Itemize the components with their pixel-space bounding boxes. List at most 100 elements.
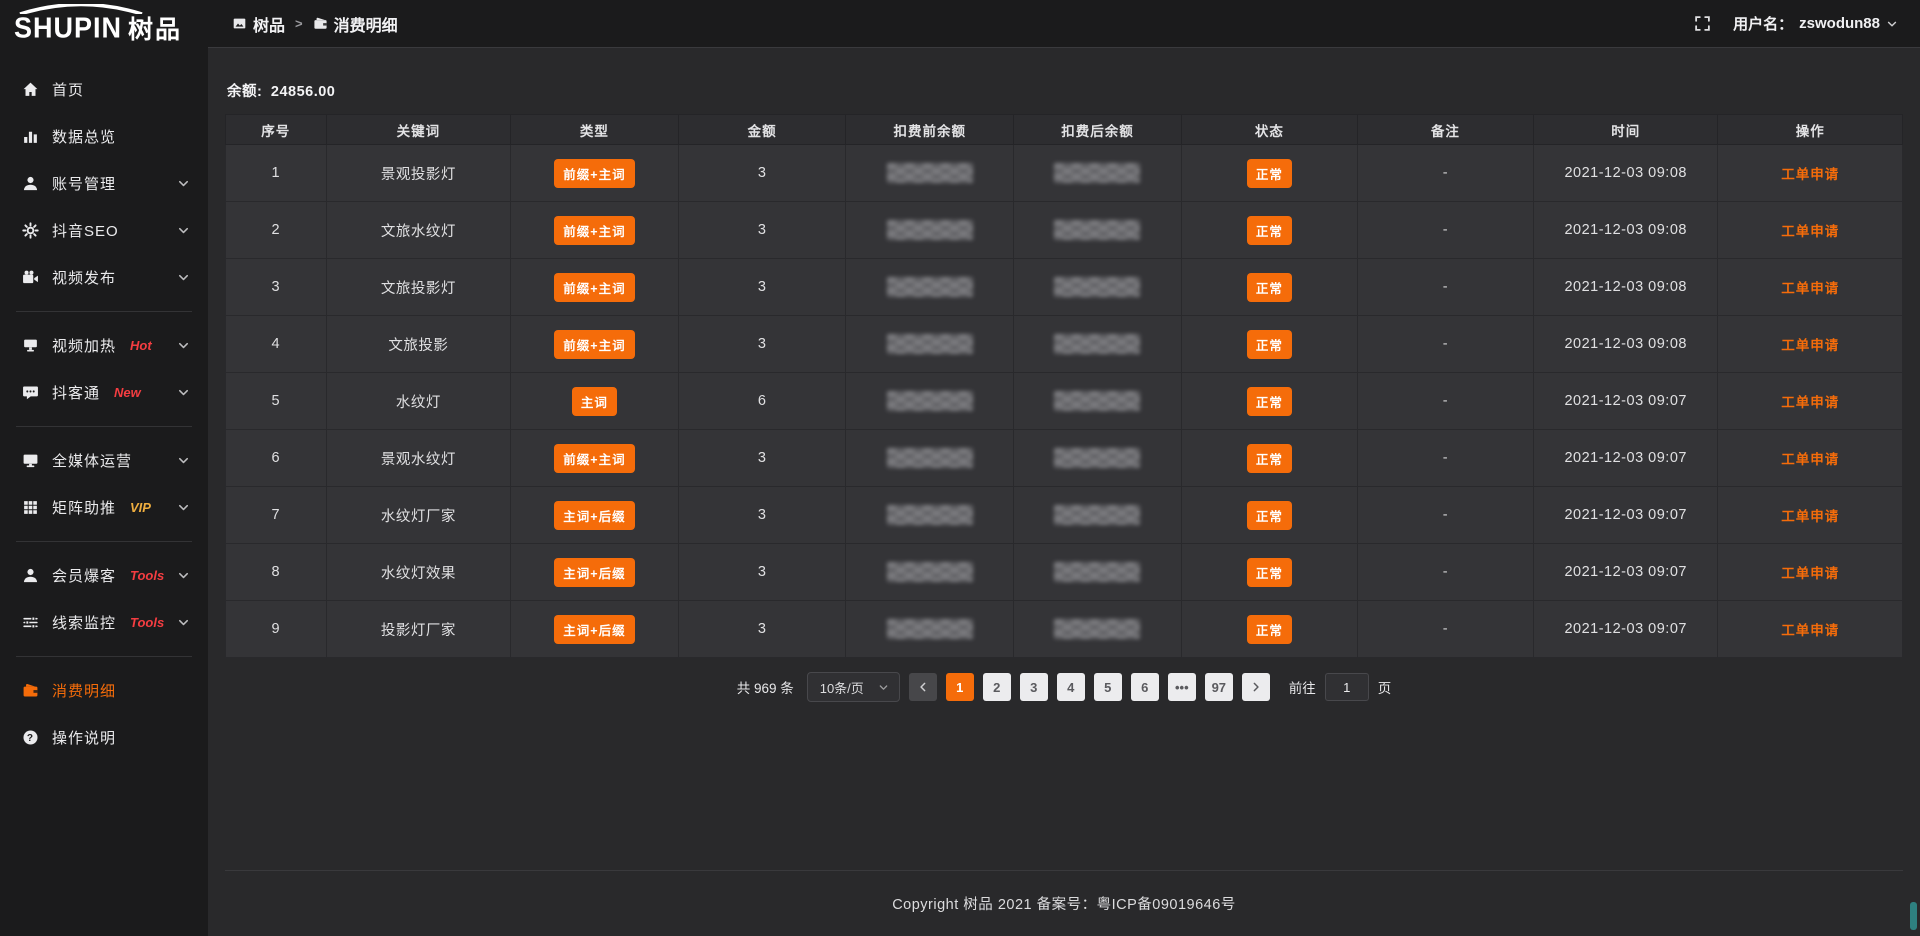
logo-text-cn: 树品 — [128, 10, 182, 46]
cell-balance-after — [1014, 544, 1182, 601]
page-button-5[interactable]: 5 — [1094, 673, 1122, 701]
sidebar-item-gear[interactable]: 抖音SEO — [0, 207, 208, 254]
sidebar-item-home[interactable]: 首页 — [0, 66, 208, 113]
sidebar-item-label: 抖客通 — [52, 382, 100, 403]
work-order-link[interactable]: 工单申请 — [1781, 566, 1839, 581]
cell-balance-before — [846, 316, 1014, 373]
work-order-link[interactable]: 工单申请 — [1781, 338, 1839, 353]
sidebar-item-monitor[interactable]: 全媒体运营 — [0, 437, 208, 484]
cell-time: 2021-12-03 09:07 — [1533, 373, 1717, 430]
breadcrumb-item-home[interactable]: 树品 — [232, 12, 285, 36]
next-page-button[interactable] — [1242, 673, 1270, 701]
user-icon — [22, 175, 39, 192]
question-icon: ? — [22, 729, 39, 746]
app-window-icon — [232, 16, 247, 31]
sidebar-item-screen-heat[interactable]: 视频加热Hot — [0, 322, 208, 369]
prev-page-button[interactable] — [909, 673, 937, 701]
consumption-table: 序号关键词类型金额扣费前余额扣费后余额状态备注时间操作 1景观投影灯前缀+主词3… — [225, 114, 1903, 658]
redacted-balance-after — [1054, 220, 1140, 240]
work-order-link[interactable]: 工单申请 — [1781, 281, 1839, 296]
scroll-indicator[interactable] — [1910, 902, 1917, 930]
work-order-link[interactable]: 工单申请 — [1781, 623, 1839, 638]
cell-balance-after — [1014, 202, 1182, 259]
cell-index: 3 — [226, 259, 327, 316]
work-order-link[interactable]: 工单申请 — [1781, 167, 1839, 182]
work-order-link[interactable]: 工单申请 — [1781, 224, 1839, 239]
sidebar-item-grid[interactable]: 矩阵助推VIP — [0, 484, 208, 531]
cell-balance-after — [1014, 316, 1182, 373]
type-badge: 前缀+主词 — [554, 273, 634, 302]
gear-icon — [22, 222, 39, 239]
cell-time: 2021-12-03 09:08 — [1533, 316, 1717, 373]
user-menu[interactable]: 用户名： zswodun88 — [1733, 13, 1898, 34]
cell-index: 7 — [226, 487, 327, 544]
more-pages-button[interactable]: ••• — [1168, 673, 1196, 701]
page-buttons: 123456 ••• 97 — [946, 673, 1233, 701]
page-button-1[interactable]: 1 — [946, 673, 974, 701]
bar-chart-icon — [22, 128, 39, 145]
redacted-balance-before — [887, 619, 973, 639]
page-button-4[interactable]: 4 — [1057, 673, 1085, 701]
cell-action: 工单申请 — [1718, 487, 1903, 544]
screen-heat-icon — [22, 337, 39, 354]
sliders-icon — [22, 614, 39, 631]
sidebar-item-label: 矩阵助推 — [52, 497, 116, 518]
cell-remark: - — [1357, 601, 1533, 658]
column-header: 状态 — [1181, 115, 1357, 145]
type-badge: 前缀+主词 — [554, 159, 634, 188]
user-area: 用户名： zswodun88 — [1694, 13, 1898, 34]
cell-amount: 3 — [678, 601, 846, 658]
page-button-97[interactable]: 97 — [1205, 673, 1233, 701]
sidebar-item-user[interactable]: 账号管理 — [0, 160, 208, 207]
topbar: 树品 > 消费明细 用户名： zswodun88 — [208, 0, 1920, 48]
sidebar-item-bar-chart[interactable]: 数据总览 — [0, 113, 208, 160]
cell-type: 前缀+主词 — [511, 202, 679, 259]
cell-balance-before — [846, 202, 1014, 259]
sidebar-item-question[interactable]: ?操作说明 — [0, 714, 208, 761]
sidebar-item-chat[interactable]: 抖客通New — [0, 369, 208, 416]
sidebar-menu: 首页数据总览账号管理抖音SEO视频发布视频加热Hot抖客通New全媒体运营矩阵助… — [0, 56, 208, 761]
wallet-icon — [313, 16, 328, 31]
cell-type: 前缀+主词 — [511, 316, 679, 373]
grid-icon — [22, 499, 39, 516]
page-button-2[interactable]: 2 — [983, 673, 1011, 701]
work-order-link[interactable]: 工单申请 — [1781, 395, 1839, 410]
chevron-down-icon — [177, 224, 190, 237]
sidebar-item-wallet[interactable]: 消费明细 — [0, 667, 208, 714]
cell-time: 2021-12-03 09:07 — [1533, 430, 1717, 487]
goto-page-input[interactable] — [1325, 673, 1369, 701]
work-order-link[interactable]: 工单申请 — [1781, 452, 1839, 467]
fullscreen-icon[interactable] — [1694, 15, 1711, 32]
sidebar-divider — [16, 656, 192, 657]
copyright-text: Copyright 树品 2021 备案号：粤ICP备09019646号 — [892, 893, 1236, 914]
sidebar-item-video-camera[interactable]: 视频发布 — [0, 254, 208, 301]
page-size-select[interactable]: 10条/页 — [807, 672, 900, 702]
balance: 余额: 24856.00 — [227, 80, 1903, 101]
cell-status: 正常 — [1181, 202, 1357, 259]
cell-time: 2021-12-03 09:07 — [1533, 487, 1717, 544]
app-root: SHUPIN 树品 首页数据总览账号管理抖音SEO视频发布视频加热Hot抖客通N… — [0, 0, 1920, 936]
sidebar-item-label: 视频加热 — [52, 335, 116, 356]
page-button-6[interactable]: 6 — [1131, 673, 1159, 701]
column-header: 序号 — [226, 115, 327, 145]
cell-action: 工单申请 — [1718, 259, 1903, 316]
cell-remark: - — [1357, 430, 1533, 487]
breadcrumb-label: 消费明细 — [334, 12, 398, 36]
sidebar-item-label: 线索监控 — [52, 612, 116, 633]
sidebar-divider — [16, 541, 192, 542]
status-badge: 正常 — [1247, 216, 1292, 245]
breadcrumb-separator: > — [295, 16, 303, 31]
logo[interactable]: SHUPIN 树品 — [0, 0, 208, 56]
cell-type: 主词+后缀 — [511, 487, 679, 544]
sidebar-item-sliders[interactable]: 线索监控Tools — [0, 599, 208, 646]
work-order-link[interactable]: 工单申请 — [1781, 509, 1839, 524]
page-button-3[interactable]: 3 — [1020, 673, 1048, 701]
cell-type: 主词+后缀 — [511, 544, 679, 601]
cell-status: 正常 — [1181, 487, 1357, 544]
sidebar-item-member[interactable]: 会员爆客Tools — [0, 552, 208, 599]
table-row: 3文旅投影灯前缀+主词3正常-2021-12-03 09:08工单申请 — [226, 259, 1903, 316]
type-badge: 主词+后缀 — [554, 615, 634, 644]
breadcrumb-item-current[interactable]: 消费明细 — [313, 12, 398, 36]
cell-balance-before — [846, 487, 1014, 544]
column-header: 时间 — [1533, 115, 1717, 145]
